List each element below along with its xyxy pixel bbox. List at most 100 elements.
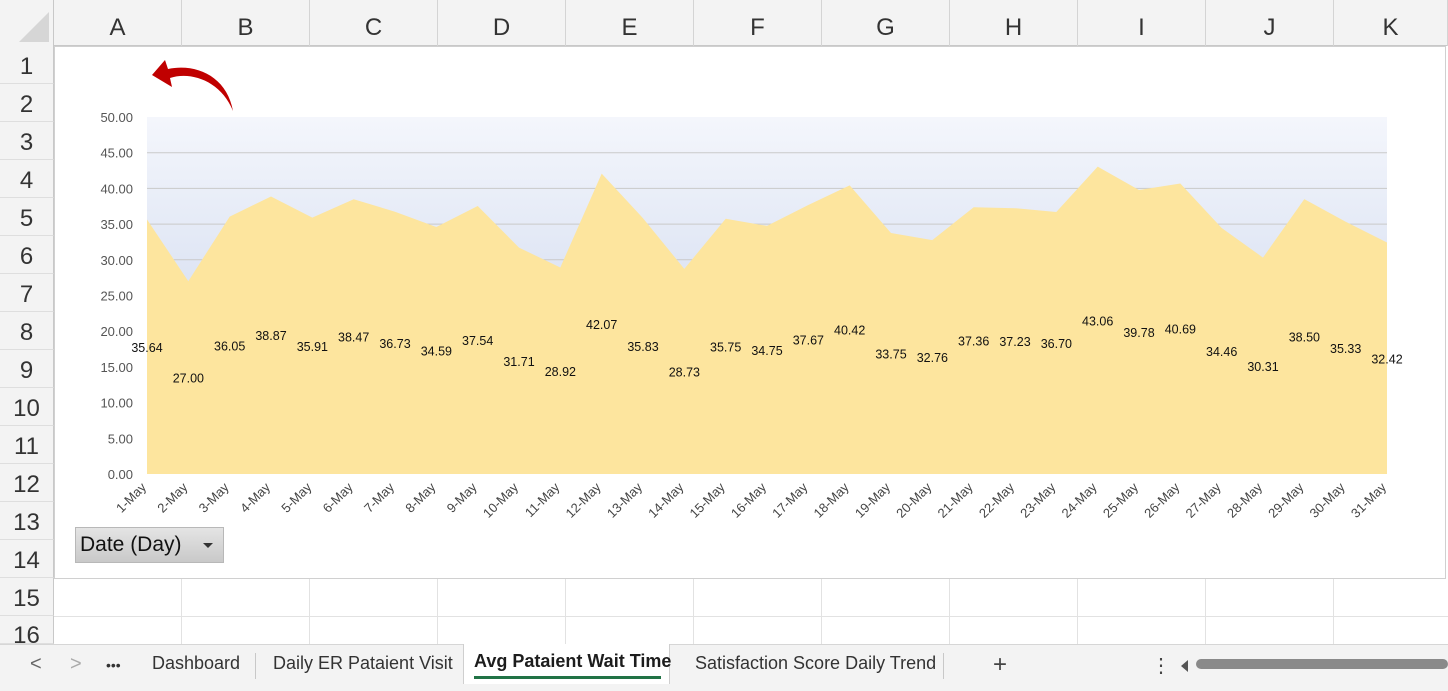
data-label: 43.06 <box>1082 314 1113 328</box>
gridline-col-h <box>1077 579 1078 644</box>
data-label: 37.23 <box>999 335 1030 349</box>
next-sheet-icon[interactable]: > <box>70 653 82 676</box>
data-label: 37.36 <box>958 335 989 349</box>
data-label: 28.73 <box>669 365 700 379</box>
column-header-c[interactable]: C <box>310 0 438 46</box>
data-label: 42.07 <box>586 318 617 332</box>
column-header-j[interactable]: J <box>1206 0 1334 46</box>
add-sheet-icon[interactable]: + <box>993 651 1007 679</box>
x-tick-label: 10-May <box>480 479 522 521</box>
data-label: 35.83 <box>627 340 658 354</box>
row-header-9[interactable]: 9 <box>0 350 54 388</box>
column-header-g[interactable]: G <box>822 0 950 46</box>
row-header-6[interactable]: 6 <box>0 236 54 274</box>
x-tick-label: 24-May <box>1059 479 1101 521</box>
row-header-14[interactable]: 14 <box>0 540 54 578</box>
row-header-10[interactable]: 10 <box>0 388 54 426</box>
x-tick-label: 22-May <box>976 479 1018 521</box>
x-tick-label: 19-May <box>852 479 894 521</box>
y-tick-label: 25.00 <box>100 289 133 304</box>
column-header-d[interactable]: D <box>438 0 566 46</box>
select-all-corner[interactable] <box>0 0 54 46</box>
y-tick-label: 20.00 <box>100 324 133 339</box>
data-label: 27.00 <box>173 372 204 386</box>
tab-satisfaction-score-daily-trend[interactable]: Satisfaction Score Daily Trend <box>695 653 936 674</box>
data-label: 40.42 <box>834 324 865 338</box>
row-header-8[interactable]: 8 <box>0 312 54 350</box>
row-header-7[interactable]: 7 <box>0 274 54 312</box>
y-tick-label: 45.00 <box>100 146 133 161</box>
data-label: 38.50 <box>1289 331 1320 345</box>
x-tick-label: 27-May <box>1183 479 1225 521</box>
column-header-k[interactable]: K <box>1334 0 1448 46</box>
y-tick-label: 15.00 <box>100 360 133 375</box>
tab-daily-er-patient-visit[interactable]: Daily ER Pataient Visit <box>273 653 453 674</box>
column-header-e[interactable]: E <box>566 0 694 46</box>
gridline-col-d <box>565 579 566 644</box>
date-day-slicer-button[interactable]: Date (Day) <box>75 527 224 563</box>
tab-dashboard[interactable]: Dashboard <box>152 653 240 674</box>
y-tick-label: 35.00 <box>100 217 133 232</box>
column-header-f[interactable]: F <box>694 0 822 46</box>
gridline-col-a <box>181 579 182 644</box>
row-header-2[interactable]: 2 <box>0 84 54 122</box>
data-label: 36.73 <box>379 337 410 351</box>
row-header-12[interactable]: 12 <box>0 464 54 502</box>
x-tick-label: 14-May <box>645 479 687 521</box>
slicer-label: Date (Day) <box>80 533 182 556</box>
data-label: 37.54 <box>462 334 493 348</box>
gridline-col-f <box>821 579 822 644</box>
prev-sheet-icon[interactable]: < <box>30 653 42 676</box>
x-tick-label: 2-May <box>154 479 190 515</box>
data-label: 34.75 <box>751 344 782 358</box>
gridline-col-j <box>1333 579 1334 644</box>
column-header-b[interactable]: B <box>182 0 310 46</box>
x-tick-label: 12-May <box>563 479 605 521</box>
x-tick-label: 6-May <box>320 479 356 515</box>
data-label: 38.87 <box>255 329 286 343</box>
row-header-1[interactable]: 1 <box>0 46 54 84</box>
select-all-triangle <box>19 12 49 42</box>
wait-time-chart[interactable]: 0.00 5.00 10.00 15.00 20.00 25.00 30.00 35.00 40… <box>54 46 1446 579</box>
column-header-h[interactable]: H <box>950 0 1078 46</box>
gridline-row-15 <box>54 616 1448 617</box>
x-tick-label: 5-May <box>278 479 314 515</box>
data-label: 37.67 <box>793 334 824 348</box>
gridline-col-i <box>1205 579 1206 644</box>
row-header-13[interactable]: 13 <box>0 502 54 540</box>
x-tick-label: 25-May <box>1100 479 1142 521</box>
row-header-4[interactable]: 4 <box>0 160 54 198</box>
scroll-left-icon[interactable] <box>1181 660 1188 672</box>
curved-back-arrow-icon[interactable] <box>152 60 233 111</box>
more-sheets-icon[interactable]: ••• <box>106 657 121 673</box>
y-tick-label: 0.00 <box>108 467 133 482</box>
active-tab-underline <box>474 676 661 679</box>
x-tick-label: 20-May <box>893 479 935 521</box>
column-header-i[interactable]: I <box>1078 0 1206 46</box>
row-header-5[interactable]: 5 <box>0 198 54 236</box>
dropdown-caret-icon[interactable] <box>203 543 213 548</box>
tab-avg-patient-wait-time[interactable]: Avg Pataient Wait Time <box>474 651 671 672</box>
horizontal-scrollbar[interactable] <box>1196 659 1448 669</box>
x-tick-label: 30-May <box>1307 479 1349 521</box>
x-tick-label: 1-May <box>113 479 149 515</box>
data-label: 35.33 <box>1330 342 1361 356</box>
data-label: 34.59 <box>421 345 452 359</box>
y-tick-label: 40.00 <box>100 181 133 196</box>
row-header-16[interactable]: 16 <box>0 616 54 644</box>
data-label: 40.69 <box>1165 323 1196 337</box>
x-tick-label: 16-May <box>728 479 770 521</box>
column-header-a[interactable]: A <box>54 0 182 46</box>
more-options-icon[interactable]: ⋮ <box>1151 653 1171 678</box>
data-label: 36.05 <box>214 339 245 353</box>
x-tick-label: 26-May <box>1141 479 1183 521</box>
y-tick-label: 30.00 <box>100 253 133 268</box>
row-header-3[interactable]: 3 <box>0 122 54 160</box>
gridline-col-c <box>437 579 438 644</box>
column-header-row: A B C D E F G H I J K <box>0 0 1448 46</box>
row-header-15[interactable]: 15 <box>0 578 54 616</box>
x-tick-label: 29-May <box>1265 479 1307 521</box>
row-header-11[interactable]: 11 <box>0 426 54 464</box>
tab-separator <box>943 653 944 679</box>
data-label: 36.70 <box>1041 337 1072 351</box>
